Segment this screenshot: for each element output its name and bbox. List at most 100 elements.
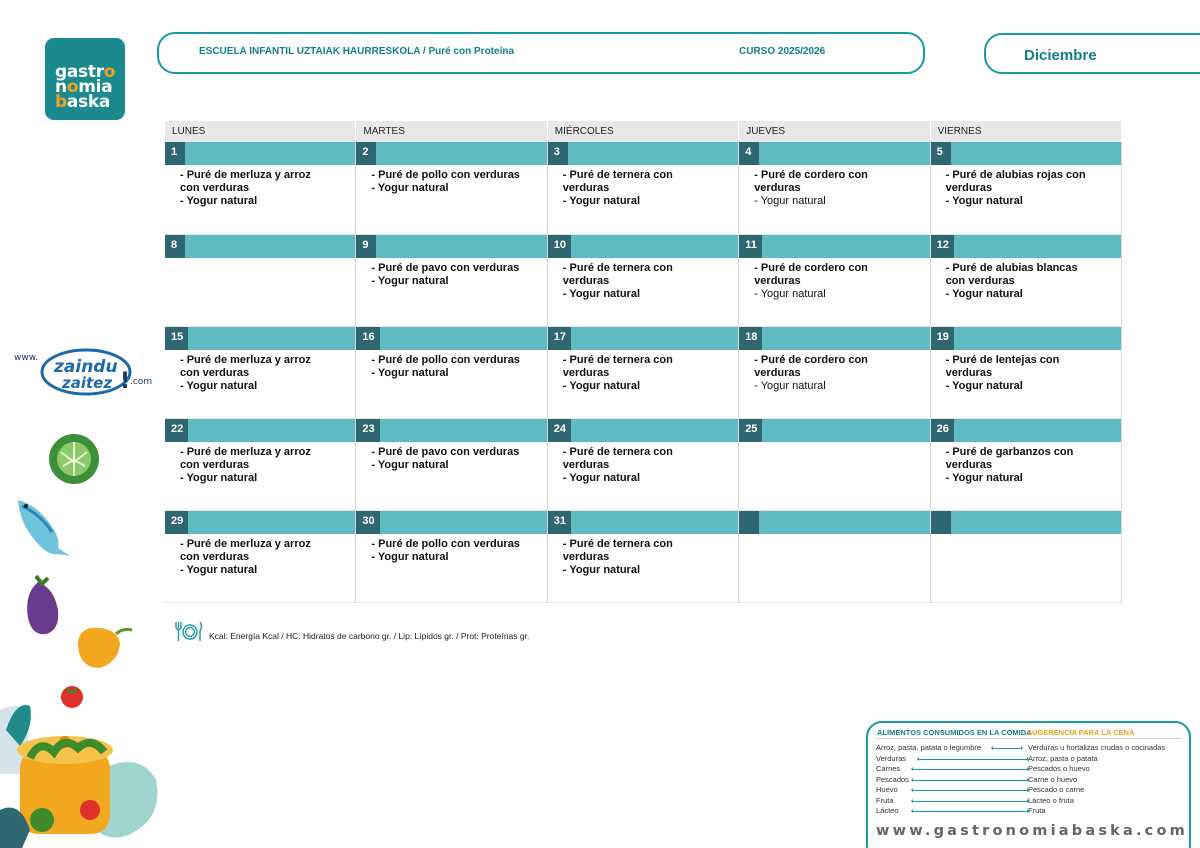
day-menu: - Puré de ternera con verduras - Yogur nat… <box>548 442 738 510</box>
dinner-suggestion: Carne o huevo <box>1028 774 1078 784</box>
day-bar: 1 <box>165 142 356 165</box>
dinner-suggestion: Verduras u hortalizas crudas o cocinadas <box>1028 743 1166 752</box>
day-number: 18 <box>739 327 763 350</box>
menu-line: verduras <box>562 366 610 379</box>
calendar-week: 29- Puré de merluza y arroz con verduras -… <box>165 511 1122 603</box>
day-bar: 25 <box>739 419 930 442</box>
day-cell: 25 <box>739 419 931 511</box>
menu-line: - Yogur natural <box>754 194 826 207</box>
day-menu <box>739 534 929 602</box>
menu-line: - Puré de ternera con <box>562 262 673 274</box>
legend-text: Kcal: Energía Kcal / HC: Hidratos de car… <box>209 631 530 641</box>
weekday-header: LUNES MARTES MIÉRCOLES JUEVES VIERNES <box>165 121 1122 142</box>
menu-line: - Yogur natural <box>562 379 641 392</box>
cooking-pot-vegetables-icon <box>0 705 158 848</box>
weekday-label: LUNES <box>165 121 357 142</box>
day-cell: 3- Puré de ternera con verduras - Yogur na… <box>547 142 740 235</box>
menu-line: - Puré de ternera con <box>562 446 673 458</box>
lunch-food: Carnes <box>876 764 901 773</box>
day-menu <box>931 534 1121 602</box>
dinner-suggestion: Arroz, pasta o patata <box>1028 753 1098 763</box>
day-number: 31 <box>547 511 572 534</box>
double-arrow-icon <box>991 746 1023 750</box>
pepper-icon <box>78 627 133 668</box>
day-menu: - Puré de alubias rojas con verduras - Yog… <box>931 165 1121 234</box>
lunch-food: Lácteo <box>876 806 899 815</box>
menu-line: - Yogur natural <box>562 563 641 576</box>
day-number: 11 <box>739 235 762 258</box>
day-cell: 22- Puré de merluza y arroz con verduras -… <box>165 419 357 511</box>
day-number: 10 <box>547 235 572 258</box>
day-number: 4 <box>739 142 760 165</box>
menu-line: - Yogur natural <box>371 274 449 287</box>
day-cell: 9- Puré de pavo con verduras - Yogur natu… <box>356 235 548 327</box>
day-bar: 18 <box>739 327 930 350</box>
menu-line: - Yogur natural <box>371 181 449 194</box>
weekday-label: VIERNES <box>931 121 1122 142</box>
calendar-week: 1- Puré de merluza y arroz con verduras - … <box>165 142 1122 235</box>
day-menu: - Puré de ternera con verduras - Yogur nat… <box>548 258 738 326</box>
menu-line: - Yogur natural <box>180 194 258 207</box>
double-arrow-icon <box>911 809 1029 813</box>
website-url: www.gastronomiabaska.com <box>876 823 1188 839</box>
day-number: 30 <box>356 511 380 534</box>
menu-line: - Yogur natural <box>945 471 1023 484</box>
day-bar: 4 <box>739 142 930 165</box>
dinner-suggestion: Lácteo o fruta <box>1028 795 1074 805</box>
menu-line: - Puré de merluza y arroz <box>180 169 311 181</box>
cutlery-plate-icon <box>175 621 203 641</box>
day-menu: - Puré de merluza y arroz con verduras - Y… <box>165 442 355 510</box>
day-cell: 19- Puré de lentejas con verduras - Yogur … <box>930 327 1122 419</box>
divider <box>876 738 1181 739</box>
day-bar: 26 <box>930 419 1121 442</box>
day-number: 19 <box>930 327 954 350</box>
day-menu: - Puré de alubias blancas con verduras - Y… <box>931 258 1121 326</box>
dinner-suggestion-box: ALIMENTOS CONSUMIDOS EN LA COMIDA SUGERE… <box>866 721 1191 848</box>
day-number: 5 <box>930 142 951 165</box>
day-menu: - Puré de pavo con verduras - Yogur natur… <box>356 258 546 326</box>
day-menu: - Puré de merluza y arroz con verduras - Y… <box>165 165 355 234</box>
lunch-food: Arroz, pasta, patata o legumbre <box>876 743 982 752</box>
menu-line: - Puré de pollo con verduras <box>371 538 520 550</box>
day-number: 23 <box>356 419 380 442</box>
dinner-row: Lácteo Fruta <box>876 806 1186 816</box>
double-arrow-icon <box>911 777 1029 782</box>
day-cell: 4- Puré de cordero con verduras - Yogur na… <box>739 142 931 235</box>
header-banner: ESCUELA INFANTIL UZTAIAK HAURRESKOLA / P… <box>157 32 925 74</box>
day-bar: 17 <box>547 327 739 350</box>
lunch-food: Huevo <box>876 785 898 794</box>
day-menu: - Puré de ternera con verduras - Yogur nat… <box>548 350 738 418</box>
menu-line: - Puré de merluza y arroz <box>180 446 311 458</box>
weekday-label: MIÉRCOLES <box>548 121 740 142</box>
day-cell: 1- Puré de merluza y arroz con verduras - … <box>165 142 357 235</box>
day-cell: 2- Puré de pollo con verduras - Yogur nat… <box>356 142 548 235</box>
menu-line: verduras <box>945 181 993 194</box>
day-cell: 11- Puré de cordero con verduras - Yogur n… <box>739 235 931 327</box>
menu-line: - Yogur natural <box>562 471 641 484</box>
day-cell: 23- Puré de pavo con verduras - Yogur nat… <box>356 419 548 511</box>
day-bar <box>930 511 1121 534</box>
menu-line: - Puré de merluza y arroz <box>180 354 311 366</box>
day-menu: - Puré de pavo con verduras - Yogur natur… <box>356 442 546 510</box>
day-bar: 19 <box>930 327 1121 350</box>
menu-line: - Yogur natural <box>371 366 449 379</box>
day-cell: 10- Puré de ternera con verduras - Yogur n… <box>547 235 740 327</box>
day-menu <box>165 258 355 326</box>
day-number: 3 <box>547 142 568 165</box>
day-cell <box>739 511 931 603</box>
menu-line: verduras <box>562 181 610 194</box>
course-label: CURSO 2025/2026 <box>739 46 826 57</box>
day-cell: 31- Puré de ternera con verduras - Yogur n… <box>547 511 740 603</box>
lunch-food: Pescados <box>876 774 909 784</box>
logo-line-3: baska <box>55 92 111 112</box>
menu-line: verduras <box>562 274 610 287</box>
day-number: 17 <box>547 327 572 350</box>
zaindu-word2: zaitez <box>61 374 112 392</box>
day-number: 25 <box>739 419 763 442</box>
day-number: 8 <box>165 235 185 258</box>
day-cell: 18- Puré de cordero con verduras - Yogur n… <box>739 327 931 419</box>
day-menu <box>739 442 929 510</box>
day-bar: 23 <box>356 419 547 442</box>
day-cell: 29- Puré de merluza y arroz con verduras -… <box>165 511 357 603</box>
menu-line: - Puré de merluza y arroz <box>180 538 311 550</box>
